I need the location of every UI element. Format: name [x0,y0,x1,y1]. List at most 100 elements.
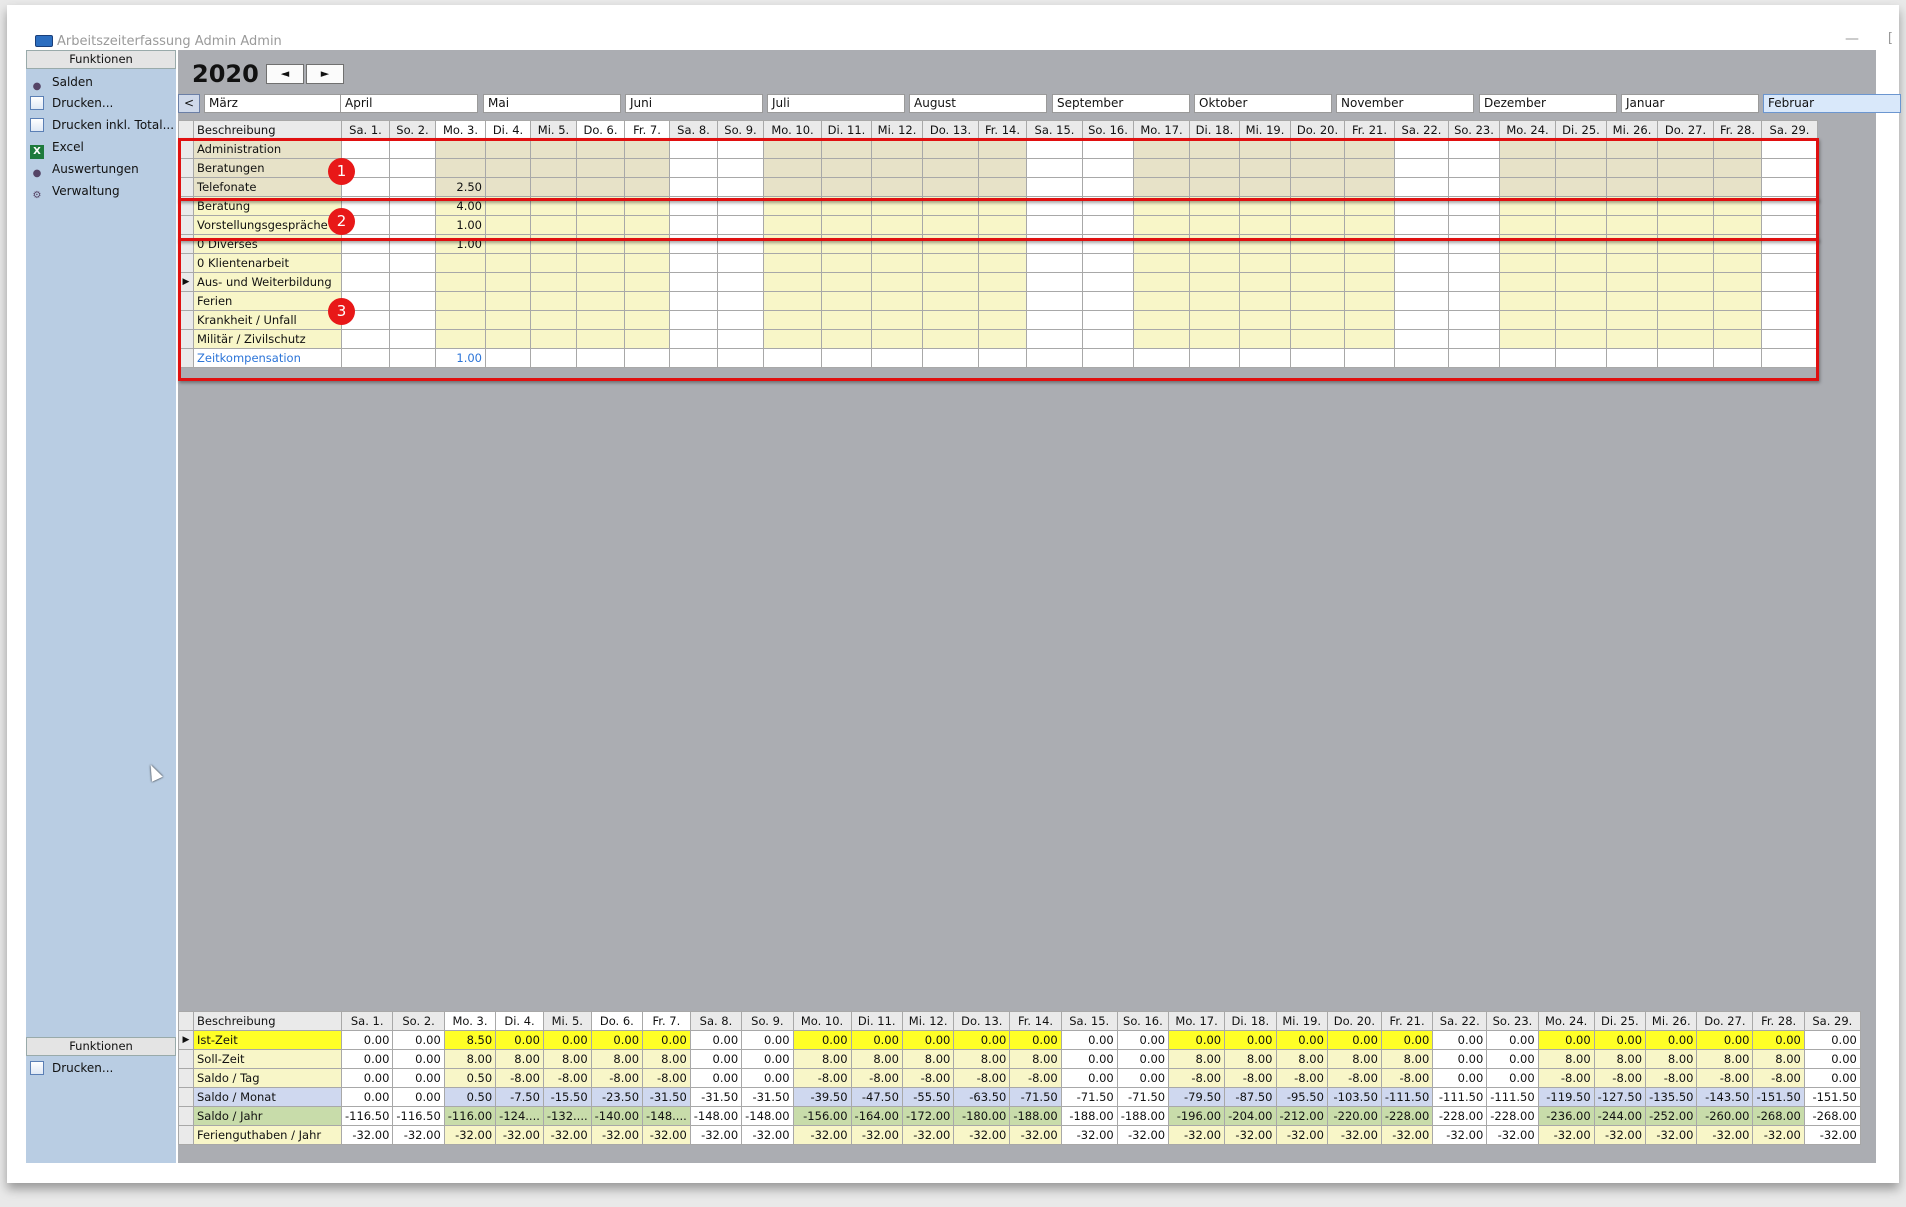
time-cell[interactable] [435,291,486,311]
balance-row[interactable]: Saldo / Tag 0.00 0.00 0.50 -8.00 -8.00 -8.00 -8… [178,1068,1861,1088]
column-header-day[interactable]: Mi. 19. [1239,120,1291,140]
time-cell[interactable] [1448,348,1500,368]
row-description[interactable]: Ferien [193,291,342,311]
table-row[interactable]: Administration [178,139,1818,159]
time-cell[interactable] [485,272,531,292]
time-cell[interactable] [871,310,923,330]
time-cell[interactable] [1290,215,1345,235]
month-tab[interactable]: Juli [767,94,905,113]
time-cell[interactable] [576,272,625,292]
time-cell[interactable] [1657,196,1714,216]
time-cell[interactable] [1239,234,1291,254]
time-cell[interactable] [1555,329,1607,349]
time-cell[interactable] [978,215,1027,235]
time-cell[interactable] [530,291,577,311]
time-cell[interactable] [485,177,531,197]
time-cell[interactable] [669,215,718,235]
time-cell[interactable] [1448,215,1500,235]
time-cell[interactable] [435,329,486,349]
time-cell[interactable] [1189,215,1240,235]
row-description[interactable]: Krankheit / Unfall [193,310,342,330]
time-cell[interactable] [530,215,577,235]
time-cell[interactable] [1761,139,1818,159]
time-cell[interactable] [1761,196,1818,216]
column-header-day[interactable]: Do. 20. [1290,120,1345,140]
time-cell[interactable] [871,329,923,349]
month-tab[interactable]: März [204,94,342,113]
time-cell[interactable] [389,177,436,197]
time-cell[interactable] [530,234,577,254]
column-header-day[interactable]: Mo. 10. [763,120,822,140]
time-cell[interactable] [871,348,923,368]
time-cell[interactable] [341,329,390,349]
row-header[interactable] [178,253,194,273]
time-cell[interactable] [821,215,872,235]
time-cell[interactable] [669,253,718,273]
table-row[interactable]: Zeitkompensation 1.00 [178,348,1818,368]
row-header[interactable] [178,310,194,330]
time-cell[interactable] [1082,177,1134,197]
time-cell[interactable] [435,253,486,273]
column-header-day[interactable]: So. 16. [1082,120,1134,140]
time-cell[interactable] [1499,329,1556,349]
time-cell[interactable] [576,310,625,330]
time-cell[interactable] [624,253,670,273]
time-cell[interactable] [821,139,872,159]
row-selector-arrow-icon[interactable]: ▶ [178,1030,194,1050]
time-cell[interactable] [1189,158,1240,178]
time-cell[interactable] [1026,158,1083,178]
time-cell[interactable] [1344,196,1395,216]
month-tab[interactable]: November [1336,94,1474,113]
time-cell[interactable] [1290,272,1345,292]
time-cell[interactable] [1499,291,1556,311]
time-cell[interactable] [922,253,979,273]
row-header[interactable] [178,177,194,197]
column-header-day[interactable]: Fr. 14. [1009,1011,1062,1031]
time-cell[interactable] [389,253,436,273]
column-header-day[interactable]: Sa. 29. [1803,1011,1861,1031]
month-tab[interactable]: Mai [483,94,621,113]
time-cell[interactable] [1713,291,1762,311]
column-header-day[interactable]: Mo. 10. [792,1011,852,1031]
time-cell[interactable] [1555,272,1607,292]
time-cell[interactable] [922,139,979,159]
time-cell[interactable]: 2.50 [435,177,486,197]
column-header-day[interactable]: Mo. 3. [443,1011,497,1031]
time-cell[interactable] [1082,139,1134,159]
time-cell[interactable] [624,310,670,330]
column-header-day[interactable]: Mi. 5. [530,120,577,140]
time-cell[interactable] [1713,158,1762,178]
table-row[interactable]: Militär / Zivilschutz [178,329,1818,349]
time-cell[interactable] [1555,196,1607,216]
balance-row[interactable]: Feriengut­haben / Jahr -32.00 -32.00 -32.00… [178,1125,1861,1145]
row-description[interactable]: Administration [193,139,342,159]
time-cell[interactable] [624,158,670,178]
time-cell[interactable] [717,158,764,178]
time-cell[interactable] [871,272,923,292]
time-cell[interactable] [1082,272,1134,292]
time-cell[interactable] [485,234,531,254]
time-cell[interactable] [1499,272,1556,292]
time-cell[interactable] [717,348,764,368]
time-cell[interactable] [763,272,822,292]
row-header[interactable] [178,196,194,216]
time-cell[interactable] [1133,139,1190,159]
column-header-day[interactable]: Sa. 1. [340,1011,394,1031]
time-cell[interactable] [341,234,390,254]
time-cell[interactable] [1344,329,1395,349]
time-cell[interactable] [624,348,670,368]
time-cell[interactable] [717,196,764,216]
time-cell[interactable] [669,139,718,159]
time-cell[interactable] [978,253,1027,273]
time-cell[interactable] [1761,329,1818,349]
column-header-day[interactable]: Sa. 22. [1432,1011,1488,1031]
time-cell[interactable] [1082,291,1134,311]
sidebar-item-2[interactable]: Drucken inkl. Total... [30,115,174,135]
time-cell[interactable] [389,215,436,235]
time-cell[interactable] [530,253,577,273]
column-header-day[interactable]: So. 9. [717,120,764,140]
time-cell[interactable] [763,215,822,235]
time-cell[interactable] [1657,272,1714,292]
column-header-day[interactable]: So. 9. [741,1011,794,1031]
year-prev-button[interactable]: ◄ [266,64,304,84]
